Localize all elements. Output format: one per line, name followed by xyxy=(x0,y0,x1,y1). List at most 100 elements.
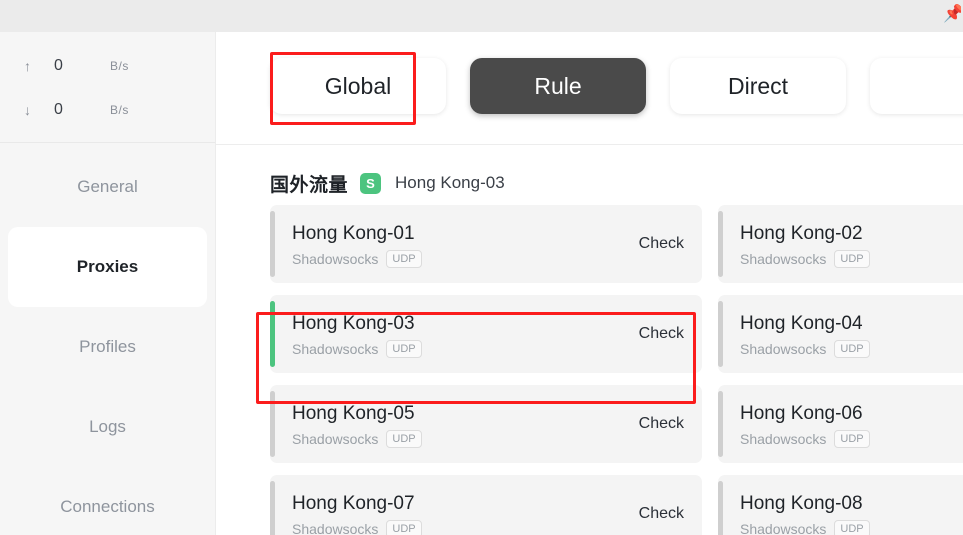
upload-value: 0 xyxy=(54,57,63,74)
upload-unit: B/s xyxy=(110,59,129,73)
proxy-card[interactable]: Hong Kong-08 Shadowsocks UDP Check xyxy=(718,475,963,535)
sidebar-item-logs[interactable]: Logs xyxy=(8,387,207,467)
proxy-card[interactable]: Hong Kong-05 Shadowsocks UDP Check xyxy=(270,385,702,463)
proxy-card[interactable]: Hong Kong-01 Shadowsocks UDP Check xyxy=(270,205,702,283)
pin-icon[interactable]: 📌 xyxy=(943,4,961,24)
udp-badge: UDP xyxy=(386,249,422,268)
udp-badge: UDP xyxy=(386,429,422,448)
proxy-card-body: Hong Kong-05 Shadowsocks UDP xyxy=(292,401,629,448)
tab-direct[interactable]: Direct xyxy=(670,58,846,114)
proxy-group-name: 国外流量 xyxy=(270,174,349,196)
proxy-type: Shadowsocks xyxy=(740,520,827,535)
proxy-name: Hong Kong-05 xyxy=(292,402,415,424)
proxy-meta: Shadowsocks UDP xyxy=(292,519,629,535)
proxy-card[interactable]: Hong Kong-03 Shadowsocks UDP Check xyxy=(270,295,702,373)
tab-global[interactable]: Global xyxy=(270,58,446,114)
proxy-group-header[interactable]: 国外流量 S Hong Kong-03 xyxy=(216,145,963,199)
proxy-meta: Shadowsocks UDP xyxy=(740,519,963,535)
sidebar-item-label: Logs xyxy=(89,417,126,436)
status-indicator-bar xyxy=(270,211,275,277)
udp-badge: UDP xyxy=(386,339,422,358)
status-indicator-bar xyxy=(718,391,723,457)
proxy-card[interactable]: Hong Kong-02 Shadowsocks UDP Check xyxy=(718,205,963,283)
main-content: Global Rule Direct 国外流量 S Hong Kong-03 H… xyxy=(216,32,963,535)
proxy-type: Shadowsocks xyxy=(740,340,827,357)
check-latency-button[interactable]: Check xyxy=(639,415,684,433)
tab-rule[interactable]: Rule xyxy=(470,58,646,114)
tab-overflow[interactable] xyxy=(870,58,963,114)
proxy-card-body: Hong Kong-02 Shadowsocks UDP xyxy=(740,221,963,268)
sidebar-item-label: Connections xyxy=(60,497,155,516)
app-window: 📌 ↑ 0 B/s ↓ 0 B/s General Proxies Profil… xyxy=(0,0,963,535)
window-titlebar: 📌 xyxy=(0,0,963,32)
proxy-name: Hong Kong-08 xyxy=(740,492,863,514)
proxy-name: Hong Kong-06 xyxy=(740,402,863,424)
udp-badge: UDP xyxy=(834,339,870,358)
proxy-name: Hong Kong-04 xyxy=(740,312,863,334)
proxy-card-body: Hong Kong-07 Shadowsocks UDP xyxy=(292,491,629,535)
sidebar-item-general[interactable]: General xyxy=(8,147,207,227)
proxy-name: Hong Kong-07 xyxy=(292,492,415,514)
mode-tabs: Global Rule Direct xyxy=(216,32,963,114)
check-latency-button[interactable]: Check xyxy=(639,325,684,343)
proxy-name: Hong Kong-01 xyxy=(292,222,415,244)
udp-badge: UDP xyxy=(834,429,870,448)
download-unit: B/s xyxy=(110,103,129,117)
proxy-type: Shadowsocks xyxy=(740,430,827,447)
upload-traffic-row: ↑ 0 B/s xyxy=(0,44,215,88)
proxy-grid: Hong Kong-01 Shadowsocks UDP Check Hong … xyxy=(216,199,963,535)
proxy-meta: Shadowsocks UDP xyxy=(292,339,629,358)
proxy-type: Shadowsocks xyxy=(292,520,379,535)
sidebar-item-profiles[interactable]: Profiles xyxy=(8,307,207,387)
sidebar-item-label: General xyxy=(77,177,138,196)
proxy-meta: Shadowsocks UDP xyxy=(740,339,963,358)
sidebar: ↑ 0 B/s ↓ 0 B/s General Proxies Profiles xyxy=(0,32,216,535)
sidebar-item-label: Proxies xyxy=(76,257,139,276)
status-indicator-bar xyxy=(718,211,723,277)
proxy-meta: Shadowsocks UDP xyxy=(292,429,629,448)
sidebar-divider xyxy=(0,142,215,143)
download-value: 0 xyxy=(54,101,63,118)
tab-label: Rule xyxy=(534,72,582,99)
traffic-meter: ↑ 0 B/s ↓ 0 B/s xyxy=(0,32,215,142)
sidebar-item-label: Profiles xyxy=(79,337,136,356)
sidebar-item-connections[interactable]: Connections xyxy=(8,467,207,535)
udp-badge: UDP xyxy=(834,249,870,268)
status-indicator-bar xyxy=(270,301,275,367)
proxy-card[interactable]: Hong Kong-06 Shadowsocks UDP Check xyxy=(718,385,963,463)
check-latency-button[interactable]: Check xyxy=(639,505,684,523)
download-traffic-row: ↓ 0 B/s xyxy=(0,88,215,132)
status-indicator-bar xyxy=(270,391,275,457)
mode-tabbar: Global Rule Direct xyxy=(216,32,963,145)
download-arrow-icon: ↓ xyxy=(24,102,31,118)
sidebar-nav: General Proxies Profiles Logs Connection… xyxy=(0,147,215,535)
status-indicator-bar xyxy=(718,301,723,367)
udp-badge: UDP xyxy=(834,519,870,535)
proxy-card-body: Hong Kong-06 Shadowsocks UDP xyxy=(740,401,963,448)
proxy-card-body: Hong Kong-08 Shadowsocks UDP xyxy=(740,491,963,535)
upload-arrow-icon: ↑ xyxy=(24,58,31,74)
proxy-meta: Shadowsocks UDP xyxy=(740,249,963,268)
proxy-type: Shadowsocks xyxy=(292,340,379,357)
selector-badge-icon: S xyxy=(360,172,382,194)
sidebar-item-proxies[interactable]: Proxies xyxy=(8,227,207,307)
proxy-card-body: Hong Kong-01 Shadowsocks UDP xyxy=(292,221,629,268)
udp-badge: UDP xyxy=(386,519,422,535)
proxy-type: Shadowsocks xyxy=(292,250,379,267)
proxy-name: Hong Kong-03 xyxy=(292,312,415,334)
proxy-meta: Shadowsocks UDP xyxy=(740,429,963,448)
status-indicator-bar xyxy=(718,481,723,535)
proxy-card[interactable]: Hong Kong-04 Shadowsocks UDP Check xyxy=(718,295,963,373)
proxy-name: Hong Kong-02 xyxy=(740,222,863,244)
proxy-card-body: Hong Kong-04 Shadowsocks UDP xyxy=(740,311,963,358)
check-latency-button[interactable]: Check xyxy=(639,235,684,253)
proxy-type: Shadowsocks xyxy=(292,430,379,447)
proxy-group-current: Hong Kong-03 xyxy=(395,173,505,192)
proxy-card[interactable]: Hong Kong-07 Shadowsocks UDP Check xyxy=(270,475,702,535)
status-indicator-bar xyxy=(270,481,275,535)
proxy-type: Shadowsocks xyxy=(740,250,827,267)
tab-label: Global xyxy=(324,72,392,99)
proxy-card-body: Hong Kong-03 Shadowsocks UDP xyxy=(292,311,629,358)
proxy-meta: Shadowsocks UDP xyxy=(292,249,629,268)
tab-label: Direct xyxy=(727,72,789,99)
